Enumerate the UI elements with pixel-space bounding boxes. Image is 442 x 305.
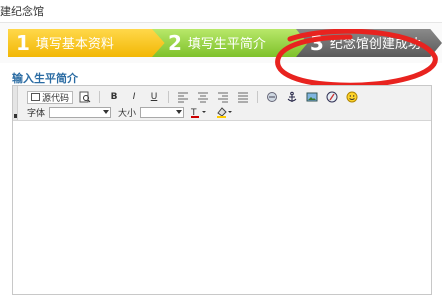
align-left-button[interactable] [175, 90, 191, 104]
editor-content-area[interactable] [13, 121, 431, 294]
bold-button[interactable]: B [106, 90, 122, 104]
align-center-icon [198, 92, 209, 103]
link-button[interactable] [264, 90, 280, 104]
font-label: 字体 [27, 108, 46, 119]
justify-button[interactable] [235, 90, 251, 104]
step-basic-info: 1 填写基本资料 [8, 29, 166, 57]
italic-button[interactable]: I [126, 90, 142, 104]
source-code-icon [31, 93, 40, 101]
flash-button[interactable] [324, 90, 340, 104]
step-label: 填写基本资料 [35, 37, 114, 52]
text-color-button[interactable]: T [188, 105, 210, 119]
emoticon-icon [346, 91, 358, 103]
preview-icon [79, 91, 91, 103]
toolbar-separator [99, 91, 101, 103]
link-icon [267, 92, 278, 102]
dropdown-arrow-icon [103, 109, 110, 114]
window-header: 建纪念馆 [0, 0, 442, 23]
align-right-icon [218, 92, 229, 103]
editor-toolbar: 源代码 B I U 字体 大小 T [13, 86, 431, 121]
step-number: 3 [310, 31, 324, 55]
anchor-icon [287, 91, 297, 102]
justify-icon [238, 92, 249, 103]
emoticon-button[interactable] [344, 90, 360, 104]
collapse-marker-icon [14, 114, 17, 118]
size-label: 大小 [118, 108, 137, 119]
toolbar-row-1: 源代码 B I U [27, 90, 360, 104]
step-label: 纪念馆创建成功 [329, 37, 421, 52]
dropdown-arrow-icon [176, 109, 183, 114]
toolbar-separator [168, 91, 170, 103]
step-number: 2 [168, 31, 182, 55]
section-title: 输入生平简介 [12, 72, 78, 85]
image-icon [306, 92, 318, 102]
progress-steps: 1 填写基本资料 2 填写生平简介 3 纪念馆创建成功 [0, 23, 442, 88]
align-left-icon [178, 92, 189, 103]
text-color-icon: T [190, 108, 207, 118]
background-color-button[interactable] [214, 105, 236, 119]
page-title: 建纪念馆 [0, 5, 44, 18]
source-code-button[interactable]: 源代码 [27, 90, 74, 104]
source-code-label: 源代码 [42, 93, 70, 104]
font-family-select[interactable] [49, 106, 112, 118]
background-color-icon [217, 107, 233, 118]
font-size-select[interactable] [140, 106, 185, 118]
align-center-button[interactable] [195, 90, 211, 104]
flash-icon [326, 91, 338, 103]
align-right-button[interactable] [215, 90, 231, 104]
step-number: 1 [16, 31, 30, 55]
step-label: 填写生平简介 [187, 37, 266, 52]
step-biography: 2 填写生平简介 [152, 29, 310, 57]
underline-button[interactable]: U [146, 90, 162, 104]
toolbar-separator [257, 91, 259, 103]
anchor-button[interactable] [284, 90, 300, 104]
toolbar-row-2: 字体 大小 T [27, 105, 236, 119]
preview-button[interactable] [77, 90, 93, 104]
step-memorial-created: 3 纪念馆创建成功 [296, 29, 442, 57]
rich-text-editor[interactable]: 源代码 B I U 字体 大小 T [12, 85, 432, 295]
image-button[interactable] [304, 90, 320, 104]
